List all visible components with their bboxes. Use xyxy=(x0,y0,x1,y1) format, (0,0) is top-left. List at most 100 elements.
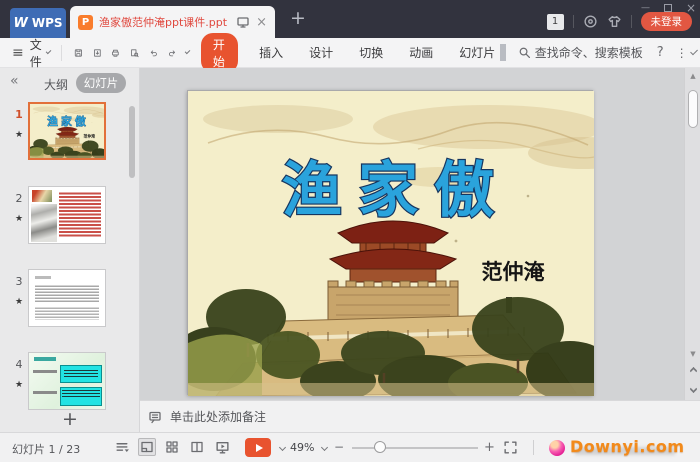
thumbnail-paragraph xyxy=(35,284,99,302)
slide-counter: 幻灯片 1 / 23 xyxy=(12,441,80,457)
slide-number: 3 xyxy=(12,275,26,288)
divider xyxy=(573,15,574,28)
divider xyxy=(533,440,534,455)
slide-thumbnail-2[interactable] xyxy=(28,186,106,244)
thumbnail-label-line xyxy=(33,391,57,394)
cursor-highlight xyxy=(500,44,506,61)
wps-logo-icon: W xyxy=(13,16,27,31)
print-icon[interactable] xyxy=(111,45,120,61)
slide-canvas-area xyxy=(140,68,684,400)
help-icon[interactable]: ? xyxy=(657,45,664,60)
slide-number: 4 xyxy=(12,358,26,371)
tab-close-icon[interactable]: × xyxy=(256,15,267,30)
print-preview-icon[interactable] xyxy=(130,45,139,61)
notification-badge[interactable]: 1 xyxy=(547,14,564,30)
workspace: « 大纲 幻灯片 1 ★ 2 ★ 3 ★ 4 ★ xyxy=(0,68,700,432)
zoom-slider-thumb[interactable] xyxy=(374,441,386,453)
titlebar: W WPS P 渔家傲范仲淹ppt课件.ppt × + — × 1 xyxy=(0,0,700,38)
thumbnail-red-text-block xyxy=(59,191,101,237)
scrollbar-thumb[interactable] xyxy=(688,90,698,128)
slide-thumbnail-art xyxy=(30,104,104,158)
vertical-scrollbar: ▲ ▼ xyxy=(684,68,700,400)
normal-view-icon[interactable] xyxy=(138,438,156,456)
reading-view-icon[interactable] xyxy=(188,438,206,456)
wps-label: WPS xyxy=(32,16,63,30)
thumbnail-heading-line xyxy=(35,276,51,279)
previous-slide-button[interactable] xyxy=(686,364,700,378)
slide-thumbnail-4[interactable] xyxy=(28,352,106,410)
wps-home-tab[interactable]: W WPS xyxy=(10,8,66,38)
slide-number: 1 xyxy=(12,108,26,121)
downyi-watermark: Downyi.com xyxy=(570,437,685,456)
notes-placeholder: 单击此处添加备注 xyxy=(170,408,266,425)
docer-ball-icon[interactable] xyxy=(549,440,565,456)
view-switcher xyxy=(113,438,231,456)
zoom-in-icon[interactable]: + xyxy=(484,440,495,455)
notes-comment-icon xyxy=(148,410,162,424)
window-maximize-icon[interactable] xyxy=(664,4,672,12)
file-menu[interactable]: 文件 xyxy=(30,36,43,70)
slides-tab[interactable]: 幻灯片 xyxy=(76,73,126,93)
play-icon xyxy=(256,444,263,452)
new-tab-button[interactable]: + xyxy=(290,7,306,29)
slide-number: 2 xyxy=(12,192,26,205)
divider xyxy=(631,15,632,28)
divider xyxy=(61,45,62,61)
tab-transition[interactable]: 切换 xyxy=(359,44,383,61)
next-slide-button[interactable] xyxy=(686,382,700,396)
thumbnail-title-line xyxy=(34,357,56,361)
collapse-ribbon-icon[interactable] xyxy=(690,48,698,56)
slide-sorter-view-icon[interactable] xyxy=(163,438,181,456)
command-search[interactable]: 查找命令、搜索模板 xyxy=(518,44,643,61)
redo-icon[interactable] xyxy=(168,45,177,61)
notes-toggle-icon[interactable] xyxy=(113,438,131,456)
more-options-icon[interactable]: ⋮ xyxy=(676,46,688,60)
slide-artwork xyxy=(188,91,594,396)
thumbnail-label-line xyxy=(33,370,57,373)
animation-star-icon: ★ xyxy=(12,297,26,307)
add-slide-button[interactable]: + xyxy=(0,408,140,430)
play-options-chevron-icon[interactable] xyxy=(279,444,286,451)
tab-animation[interactable]: 动画 xyxy=(409,44,433,61)
skin-icon[interactable] xyxy=(607,14,622,29)
login-button[interactable]: 未登录 xyxy=(641,12,693,31)
message-icon[interactable] xyxy=(583,14,598,29)
outline-tab[interactable]: 大纲 xyxy=(44,76,68,93)
collapse-panel-icon[interactable]: « xyxy=(10,73,19,89)
tab-slideshow[interactable]: 幻灯片 xyxy=(459,44,495,61)
document-tab-title: 渔家傲范仲淹ppt课件.ppt xyxy=(99,14,230,30)
tab-insert[interactable]: 插入 xyxy=(259,44,283,61)
thumbnail-cyan-box xyxy=(60,365,102,383)
zoom-level[interactable]: 49% xyxy=(290,441,314,454)
save-icon[interactable] xyxy=(74,45,83,61)
export-icon[interactable] xyxy=(93,45,102,61)
slideshow-view-icon[interactable] xyxy=(213,438,231,456)
present-monitor-icon[interactable] xyxy=(236,15,250,29)
slide-thumbnail-1[interactable] xyxy=(28,102,106,160)
ppt-file-icon: P xyxy=(78,15,93,30)
scroll-up-icon[interactable]: ▲ xyxy=(685,72,700,80)
undo-icon[interactable] xyxy=(149,45,158,61)
animation-star-icon: ★ xyxy=(12,130,26,140)
home-tab[interactable]: 开始 xyxy=(201,33,238,73)
thumbnail-cyan-box xyxy=(60,387,102,406)
zoom-out-icon[interactable]: − xyxy=(334,440,344,454)
document-tab[interactable]: P 渔家傲范仲淹ppt课件.ppt × xyxy=(70,6,275,38)
tab-design[interactable]: 设计 xyxy=(309,44,333,61)
current-slide[interactable] xyxy=(187,90,593,395)
notes-bar[interactable]: 单击此处添加备注 xyxy=(140,400,700,432)
slide-thumbnail-3[interactable] xyxy=(28,269,106,327)
play-slideshow-button[interactable] xyxy=(245,438,271,457)
thumbnail-paragraph xyxy=(35,306,99,320)
zoom-chevron-icon[interactable] xyxy=(321,444,328,451)
hamburger-menu-icon[interactable]: ≡ xyxy=(12,45,24,61)
zoom-slider-track[interactable] xyxy=(352,447,478,449)
scroll-down-icon[interactable]: ▼ xyxy=(685,350,700,358)
statusbar: 幻灯片 1 / 23 xyxy=(0,432,700,462)
fit-to-window-icon[interactable] xyxy=(503,440,518,455)
undo-history-chevron-icon[interactable] xyxy=(184,49,190,55)
slide-panel: « 大纲 幻灯片 1 ★ 2 ★ 3 ★ 4 ★ xyxy=(0,68,140,432)
titlebar-right-cluster: 1 未登录 xyxy=(547,12,693,31)
file-menu-chevron-icon[interactable] xyxy=(46,49,52,55)
panel-scrollbar-thumb[interactable] xyxy=(129,106,135,178)
